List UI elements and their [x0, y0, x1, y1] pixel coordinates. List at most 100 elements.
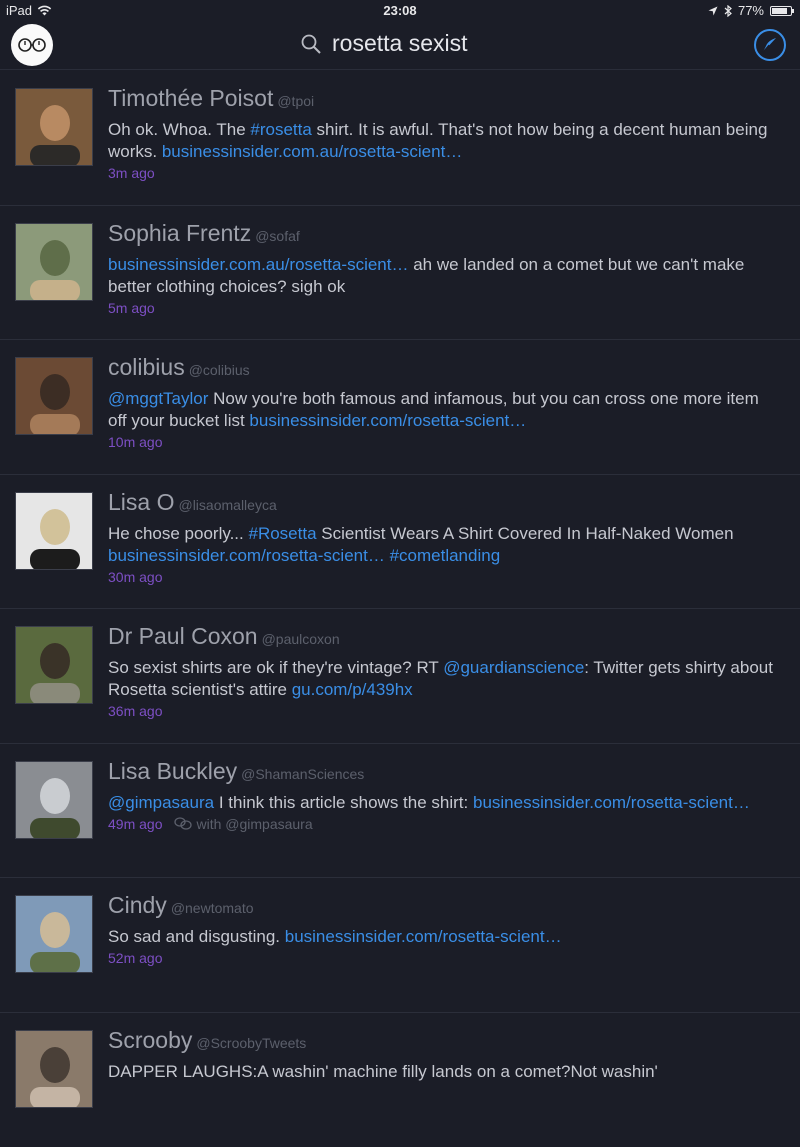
tweet-row[interactable]: Sophia Frentz@sofaf businessinsider.com.a…	[0, 206, 800, 341]
tweet-avatar[interactable]	[15, 626, 93, 704]
tweet-avatar[interactable]	[15, 492, 93, 570]
tweet-meta: 3m ago	[108, 165, 155, 181]
tweet-meta: 10m ago	[108, 434, 162, 450]
search-query-text: rosetta sexist	[332, 30, 468, 57]
quill-icon	[760, 35, 780, 55]
tweet-timestamp[interactable]: 49m ago	[108, 816, 162, 832]
profile-button[interactable]	[11, 24, 53, 66]
status-time: 23:08	[0, 3, 800, 18]
compose-button[interactable]	[754, 29, 786, 61]
tweet-author-name[interactable]: Lisa O	[108, 489, 174, 515]
tweet-text: businessinsider.com.au/rosetta-scient… a…	[108, 254, 778, 298]
tweet-header: Sophia Frentz@sofaf	[108, 220, 300, 247]
conversation-indicator[interactable]: with @gimpasaura	[174, 816, 312, 832]
tweet-link[interactable]: businessinsider.com.au/rosetta-scient…	[108, 255, 408, 274]
tweet-link[interactable]: businessinsider.com/rosetta-scient…	[285, 927, 562, 946]
tweet-author-name[interactable]: Cindy	[108, 892, 167, 918]
tweet-author-name[interactable]: Scrooby	[108, 1027, 192, 1053]
tweet-avatar[interactable]	[15, 357, 93, 435]
tweet-text-segment: He chose poorly...	[108, 524, 248, 543]
tweet-row[interactable]: Dr Paul Coxon@paulcoxon So sexist shirts …	[0, 609, 800, 744]
tweet-author-handle[interactable]: @sofaf	[255, 228, 300, 244]
tweet-author-handle[interactable]: @ScroobyTweets	[196, 1035, 306, 1051]
tweet-timestamp[interactable]: 10m ago	[108, 434, 162, 450]
tweet-header: Dr Paul Coxon@paulcoxon	[108, 623, 340, 650]
tweet-author-name[interactable]: Dr Paul Coxon	[108, 623, 258, 649]
tweet-row[interactable]: Cindy@newtomato So sad and disgusting. bu…	[0, 878, 800, 1013]
tweet-author-name[interactable]: Timothée Poisot	[108, 85, 273, 111]
tweet-link[interactable]: gu.com/p/439hx	[292, 680, 413, 699]
tweet-meta: 49m ago with @gimpasaura	[108, 816, 313, 832]
tweet-text: So sexist shirts are ok if they're vinta…	[108, 657, 778, 701]
tweet-link[interactable]: businessinsider.com/rosetta-scient…	[473, 793, 750, 812]
tweet-author-handle[interactable]: @ShamanSciences	[241, 766, 364, 782]
tweet-link[interactable]: businessinsider.com/rosetta-scient…	[249, 411, 526, 430]
tweet-text-segment: So sad and disgusting.	[108, 927, 285, 946]
tweet-text: Oh ok. Whoa. The #rosetta shirt. It is a…	[108, 119, 778, 163]
tweet-author-handle[interactable]: @paulcoxon	[262, 631, 340, 647]
tweet-link[interactable]: businessinsider.com/rosetta-scient…	[108, 546, 385, 565]
tweet-link[interactable]: @guardianscience	[443, 658, 584, 677]
search-bar[interactable]: rosetta sexist	[300, 30, 468, 57]
tweet-row[interactable]: Lisa Buckley@ShamanSciences @gimpasaura I…	[0, 744, 800, 879]
speech-bubbles-icon	[174, 817, 192, 831]
status-bar: iPad 23:08 77%	[0, 0, 800, 22]
tweet-text: So sad and disgusting. businessinsider.c…	[108, 926, 778, 948]
search-icon	[300, 33, 322, 55]
tweet-meta: 30m ago	[108, 569, 162, 585]
battery-percent: 77%	[738, 3, 764, 18]
tweet-author-handle[interactable]: @lisaomalleyca	[178, 497, 276, 513]
battery-icon	[770, 6, 792, 16]
tweet-avatar[interactable]	[15, 223, 93, 301]
tweet-author-handle[interactable]: @colibius	[189, 362, 250, 378]
tweet-link[interactable]: businessinsider.com.au/rosetta-scient…	[162, 142, 462, 161]
tweet-row[interactable]: Scrooby@ScroobyTweets DAPPER LAUGHS:A was…	[0, 1013, 800, 1147]
tweet-header: Timothée Poisot@tpoi	[108, 85, 314, 112]
tweet-text-segment: I think this article shows the shirt:	[214, 793, 473, 812]
tweet-meta: 52m ago	[108, 950, 162, 966]
tweet-meta: 5m ago	[108, 300, 155, 316]
tweet-text-segment: Oh ok. Whoa. The	[108, 120, 250, 139]
tweet-author-name[interactable]: Sophia Frentz	[108, 220, 251, 246]
tweet-timeline[interactable]: Timothée Poisot@tpoi Oh ok. Whoa. The #ro…	[0, 71, 800, 1147]
tweet-text: He chose poorly... #Rosetta Scientist We…	[108, 523, 778, 567]
tweet-author-handle[interactable]: @newtomato	[171, 900, 254, 916]
tweet-text: @gimpasaura I think this article shows t…	[108, 792, 778, 814]
tweet-link[interactable]: #cometlanding	[390, 546, 501, 565]
tweet-author-name[interactable]: colibius	[108, 354, 185, 380]
tweet-timestamp[interactable]: 52m ago	[108, 950, 162, 966]
tweet-header: Lisa O@lisaomalleyca	[108, 489, 277, 516]
tweet-row[interactable]: Lisa O@lisaomalleyca He chose poorly... #…	[0, 475, 800, 610]
tweet-link[interactable]: @mggtTaylor	[108, 389, 208, 408]
tweet-text-segment: DAPPER LAUGHS:A washin' machine filly la…	[108, 1062, 658, 1081]
glasses-icon	[17, 37, 47, 53]
tweet-link[interactable]: @gimpasaura	[108, 793, 214, 812]
tweet-timestamp[interactable]: 36m ago	[108, 703, 162, 719]
tweet-avatar[interactable]	[15, 761, 93, 839]
tweet-timestamp[interactable]: 5m ago	[108, 300, 155, 316]
tweet-row[interactable]: colibius@colibius@mggtTaylor Now you're …	[0, 340, 800, 475]
tweet-avatar[interactable]	[15, 1030, 93, 1108]
tweet-avatar[interactable]	[15, 88, 93, 166]
tweet-timestamp[interactable]: 30m ago	[108, 569, 162, 585]
conversation-label: with @gimpasaura	[196, 816, 312, 832]
tweet-header: Cindy@newtomato	[108, 892, 254, 919]
tweet-text-segment: Scientist Wears A Shirt Covered In Half-…	[317, 524, 734, 543]
tweet-link[interactable]: #Rosetta	[248, 524, 316, 543]
tweet-header: Lisa Buckley@ShamanSciences	[108, 758, 364, 785]
status-right: 77%	[708, 3, 792, 18]
tweet-link[interactable]: #rosetta	[250, 120, 311, 139]
tweet-row[interactable]: Timothée Poisot@tpoi Oh ok. Whoa. The #ro…	[0, 71, 800, 206]
tweet-meta: 36m ago	[108, 703, 162, 719]
tweet-avatar[interactable]	[15, 895, 93, 973]
tweet-timestamp[interactable]: 3m ago	[108, 165, 155, 181]
tweet-header: Scrooby@ScroobyTweets	[108, 1027, 306, 1054]
tweet-text-segment: So sexist shirts are ok if they're vinta…	[108, 658, 443, 677]
bluetooth-icon	[724, 5, 732, 17]
tweet-author-handle[interactable]: @tpoi	[277, 93, 314, 109]
tweet-header: colibius@colibius	[108, 354, 250, 381]
location-arrow-icon	[708, 6, 718, 16]
nav-bar: rosetta sexist	[0, 22, 800, 70]
tweet-text: DAPPER LAUGHS:A washin' machine filly la…	[108, 1061, 778, 1083]
tweet-author-name[interactable]: Lisa Buckley	[108, 758, 237, 784]
